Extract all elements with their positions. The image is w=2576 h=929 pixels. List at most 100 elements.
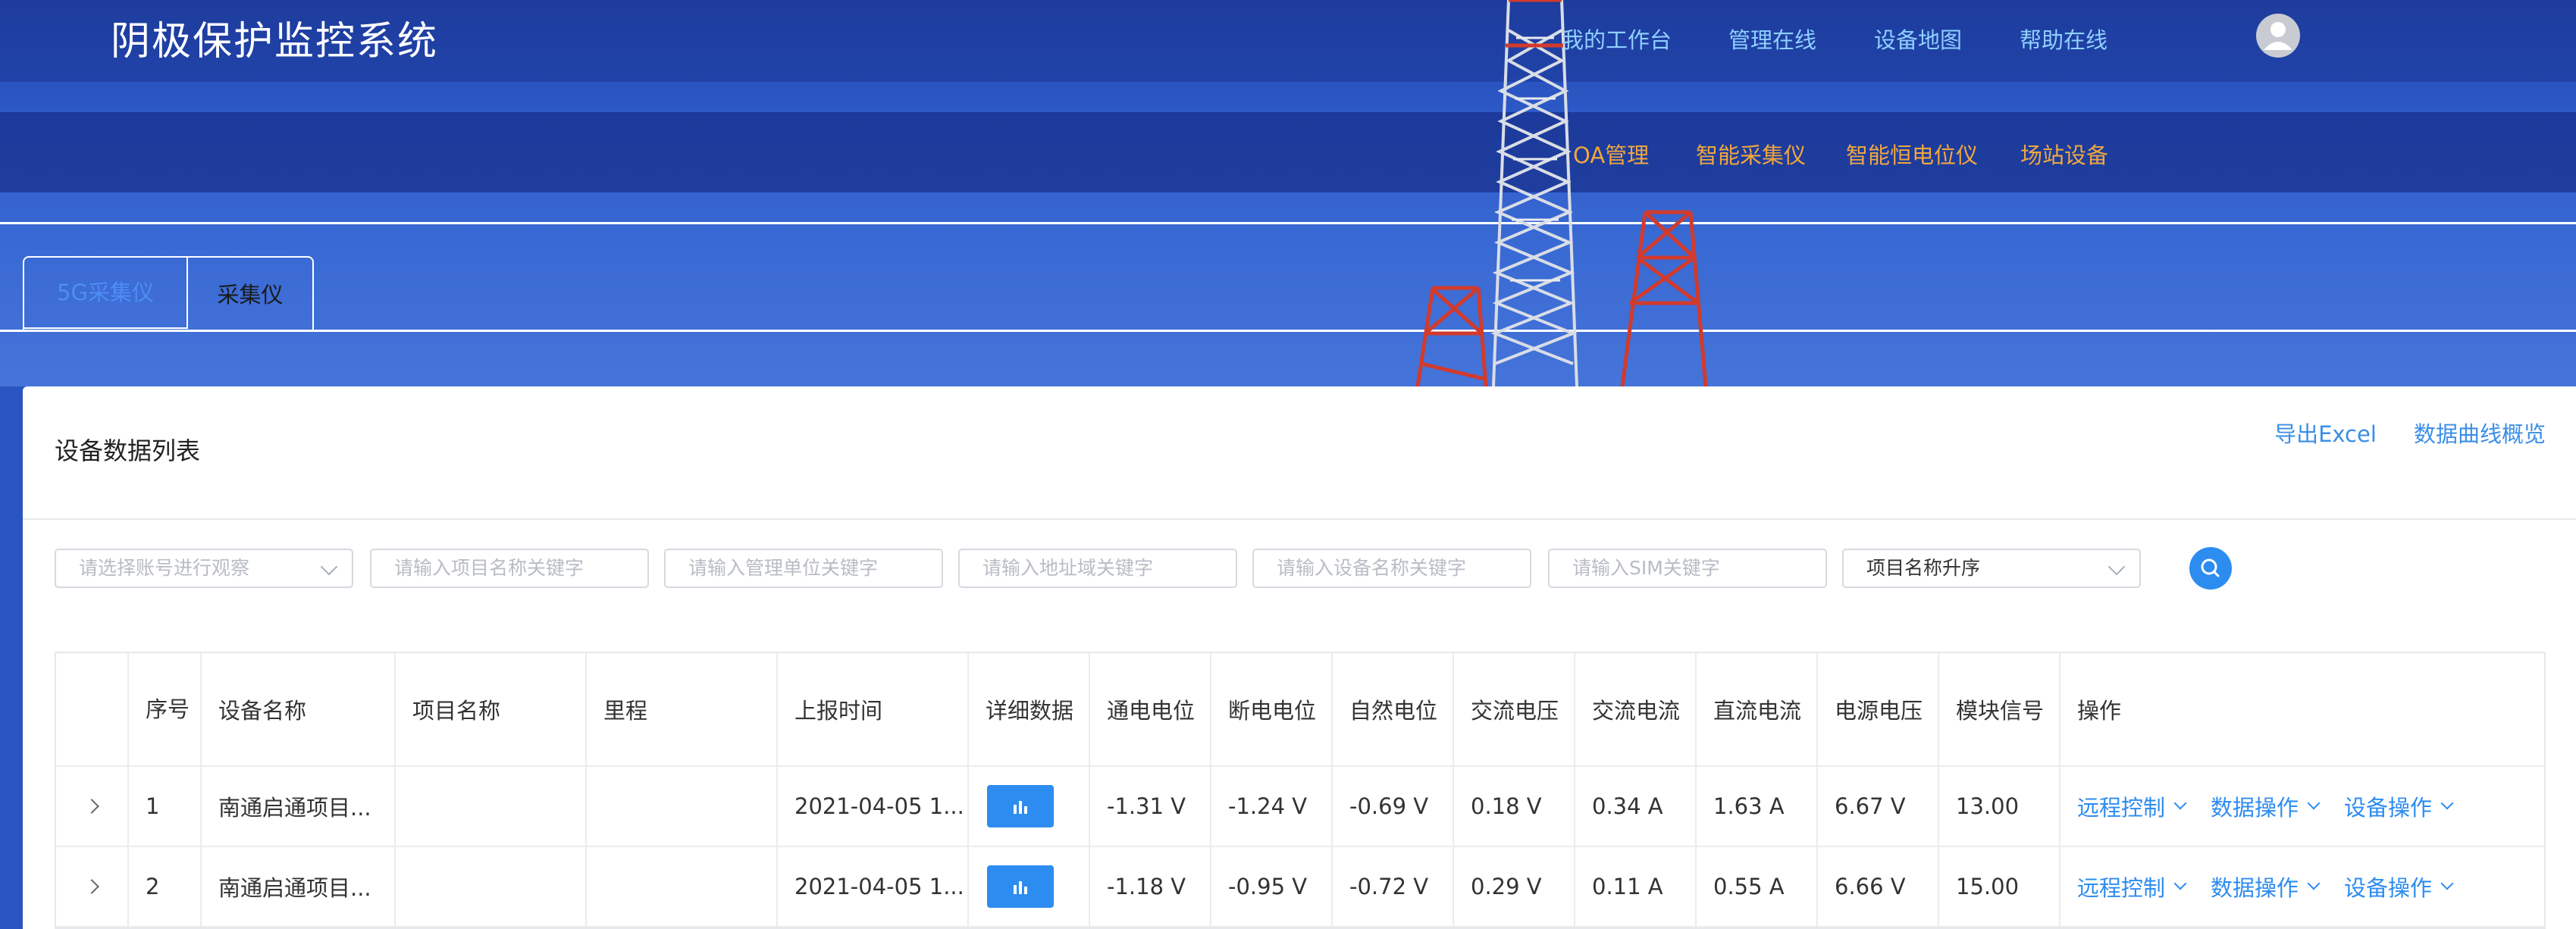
cell-dc-current: 1.63 A — [1697, 767, 1818, 846]
divider-line — [0, 330, 2576, 332]
table-header-row: 序号 设备名称 项目名称 里程 上报时间 详细数据 通电电位 断电电位 自然电位… — [56, 653, 2544, 767]
device-tabs: 5G采集仪 采集仪 — [23, 256, 314, 332]
tab-collector[interactable]: 采集仪 — [188, 258, 312, 332]
header-off-potential: 断电电位 — [1211, 653, 1333, 765]
remote-control-label: 远程控制 — [2077, 795, 2166, 821]
bar-chart-icon — [1014, 801, 1027, 814]
header-detail: 详细数据 — [969, 653, 1090, 765]
avatar[interactable] — [2256, 14, 2300, 58]
header-mileage: 里程 — [587, 653, 778, 765]
account-select[interactable]: 请选择账号进行观察 — [55, 549, 353, 588]
cell-project-name — [396, 847, 587, 926]
cell-on-potential: -1.18 V — [1090, 847, 1211, 926]
table-row: 2 南通启通项目... 2021-04-05 1... -1.18 V -0.9… — [56, 847, 2544, 927]
nav-workbench[interactable]: 我的工作台 — [1562, 23, 1672, 55]
divider — [23, 518, 2576, 520]
cell-operations: 远程控制 数据操作 设备操作 — [2060, 767, 2544, 846]
device-table: 序号 设备名称 项目名称 里程 上报时间 详细数据 通电电位 断电电位 自然电位… — [55, 652, 2546, 929]
user-icon — [2264, 22, 2292, 50]
cell-no: 1 — [129, 767, 202, 846]
app-title: 阴极保护监控系统 — [111, 19, 439, 64]
chevron-down-icon — [2440, 796, 2454, 810]
cell-ac-voltage: 0.29 V — [1454, 847, 1575, 926]
cell-no: 2 — [129, 847, 202, 926]
cell-natural-potential: -0.69 V — [1333, 767, 1454, 846]
divider-line — [0, 222, 2576, 224]
unit-input[interactable]: 请输入管理单位关键字 — [664, 549, 943, 588]
subnav-collector[interactable]: 智能采集仪 — [1696, 138, 1806, 170]
device-operation-dropdown[interactable]: 设备操作 — [2344, 871, 2454, 902]
cell-device-name: 南通启通项目... — [202, 767, 396, 846]
chevron-down-icon — [320, 558, 338, 576]
cell-detail — [969, 847, 1090, 926]
chevron-down-icon — [2307, 877, 2321, 890]
chevron-right-icon — [84, 879, 99, 894]
remote-control-dropdown[interactable]: 远程控制 — [2077, 871, 2187, 902]
cell-natural-potential: -0.72 V — [1333, 847, 1454, 926]
cell-report-time: 2021-04-05 1... — [778, 767, 969, 846]
subnav-potentiostat[interactable]: 智能恒电位仪 — [1846, 138, 1978, 170]
cell-operations: 远程控制 数据操作 设备操作 — [2060, 847, 2544, 926]
export-excel-link[interactable]: 导出Excel — [2274, 421, 2377, 447]
subnav-oa[interactable]: OA管理 — [1573, 138, 1649, 170]
sort-select-value: 项目名称升序 — [1866, 557, 1981, 579]
nav-device-map[interactable]: 设备地图 — [1874, 23, 1962, 55]
chevron-down-icon — [2173, 796, 2187, 810]
device-operation-label: 设备操作 — [2344, 875, 2433, 901]
tower-illustration — [1415, 0, 1708, 386]
remote-control-label: 远程控制 — [2077, 875, 2166, 901]
expand-toggle[interactable] — [56, 847, 129, 926]
header-band-sub — [0, 112, 2576, 192]
device-data-card: 设备数据列表 导出Excel 数据曲线概览 请选择账号进行观察 请输入项目名称关… — [23, 386, 2576, 929]
data-operation-dropdown[interactable]: 数据操作 — [2211, 871, 2321, 902]
device-operation-dropdown[interactable]: 设备操作 — [2344, 790, 2454, 822]
header-ac-current: 交流电流 — [1575, 653, 1697, 765]
device-operation-label: 设备操作 — [2344, 795, 2433, 821]
sim-input[interactable]: 请输入SIM关键字 — [1548, 549, 1827, 588]
sort-select[interactable]: 项目名称升序 — [1842, 549, 2141, 588]
remote-control-dropdown[interactable]: 远程控制 — [2077, 790, 2187, 822]
header-expand — [56, 653, 129, 765]
chevron-down-icon — [2173, 877, 2187, 890]
cell-ac-voltage: 0.18 V — [1454, 767, 1575, 846]
cell-report-time: 2021-04-05 1... — [778, 847, 969, 926]
cell-on-potential: -1.31 V — [1090, 767, 1211, 846]
cell-mileage — [587, 847, 778, 926]
header-ac-voltage: 交流电压 — [1454, 653, 1575, 765]
detail-chart-button[interactable] — [987, 865, 1054, 908]
device-name-input[interactable]: 请输入设备名称关键字 — [1252, 549, 1531, 588]
header-supply-voltage: 电源电压 — [1818, 653, 1939, 765]
data-operation-label: 数据操作 — [2211, 875, 2299, 901]
subnav-station[interactable]: 场站设备 — [2020, 138, 2108, 170]
cell-signal: 15.00 — [1939, 847, 2060, 926]
data-operation-dropdown[interactable]: 数据操作 — [2211, 790, 2321, 822]
header-signal: 模块信号 — [1939, 653, 2060, 765]
header-project-name: 项目名称 — [396, 653, 587, 765]
expand-toggle[interactable] — [56, 767, 129, 846]
chevron-down-icon — [2107, 558, 2126, 576]
curve-overview-link[interactable]: 数据曲线概览 — [2414, 421, 2546, 447]
card-title: 设备数据列表 — [55, 436, 201, 465]
search-button[interactable] — [2189, 547, 2232, 590]
cell-signal: 13.00 — [1939, 767, 2060, 846]
detail-chart-button[interactable] — [987, 785, 1054, 827]
header-on-potential: 通电电位 — [1090, 653, 1211, 765]
region-input[interactable]: 请输入地址域关键字 — [958, 549, 1237, 588]
chevron-down-icon — [2440, 877, 2454, 890]
tab-5g-collector[interactable]: 5G采集仪 — [24, 258, 188, 329]
cell-device-name: 南通启通项目... — [202, 847, 396, 926]
search-icon — [2201, 558, 2220, 577]
nav-management[interactable]: 管理在线 — [1728, 23, 1816, 55]
cell-ac-current: 0.34 A — [1575, 767, 1697, 846]
cell-dc-current: 0.55 A — [1697, 847, 1818, 926]
project-name-input[interactable]: 请输入项目名称关键字 — [370, 549, 649, 588]
header-device-name: 设备名称 — [202, 653, 396, 765]
header-operations: 操作 — [2077, 698, 2122, 724]
data-operation-label: 数据操作 — [2211, 795, 2299, 821]
bar-chart-icon — [1014, 881, 1027, 894]
nav-help[interactable]: 帮助在线 — [2020, 23, 2107, 55]
header-no: 序号 — [129, 653, 202, 765]
chevron-down-icon — [2307, 796, 2321, 810]
chevron-right-icon — [84, 799, 99, 814]
cell-off-potential: -0.95 V — [1211, 847, 1333, 926]
